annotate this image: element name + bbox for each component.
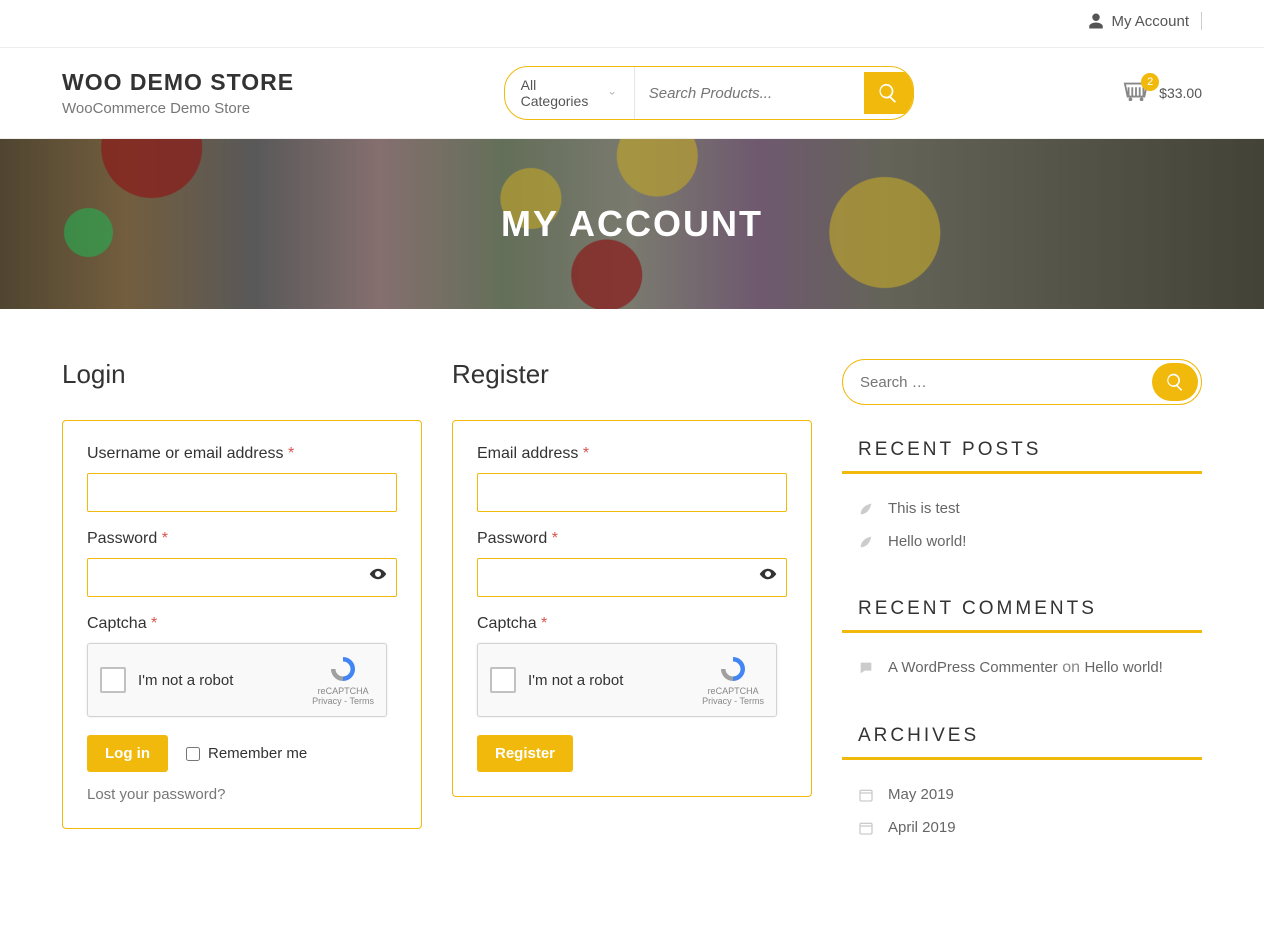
sidebar: RECENT POSTS This is test Hello world! R…	[842, 359, 1202, 884]
recent-comments-widget: RECENT COMMENTS A WordPress Commenter on…	[842, 598, 1202, 685]
category-select[interactable]: All Categories	[505, 67, 635, 119]
leaf-icon	[858, 534, 874, 550]
list-item: May 2019	[842, 778, 1202, 811]
archive-link[interactable]: April 2019	[888, 819, 956, 836]
search-button[interactable]	[864, 72, 913, 114]
comment-icon	[858, 660, 874, 676]
login-form: Username or email address * Password * C…	[62, 420, 422, 829]
hero-banner: MY ACCOUNT	[0, 139, 1264, 309]
login-password-label: Password *	[87, 530, 397, 548]
topbar: My Account	[0, 0, 1264, 48]
register-password-label: Password *	[477, 530, 787, 548]
login-username-input[interactable]	[87, 473, 397, 512]
login-password-input[interactable]	[87, 558, 397, 597]
login-heading: Login	[62, 359, 422, 390]
login-column: Login Username or email address * Passwo…	[62, 359, 422, 884]
header: WOO DEMO STORE WooCommerce Demo Store Al…	[0, 48, 1264, 139]
recent-post-link[interactable]: Hello world!	[888, 533, 966, 550]
widget-title: RECENT POSTS	[842, 439, 1202, 474]
archive-link[interactable]: May 2019	[888, 786, 954, 803]
list-item: A WordPress Commenter on Hello world!	[842, 651, 1202, 685]
page-title: MY ACCOUNT	[501, 203, 763, 245]
recaptcha-checkbox[interactable]	[490, 667, 516, 693]
search-input[interactable]	[635, 75, 864, 112]
required-mark: *	[552, 530, 558, 547]
cart-link[interactable]: 2 $33.00	[1123, 81, 1202, 106]
user-icon	[1087, 12, 1105, 30]
search-icon	[877, 82, 899, 104]
logo-block[interactable]: WOO DEMO STORE WooCommerce Demo Store	[62, 69, 294, 117]
list-item: This is test	[842, 492, 1202, 525]
recent-posts-widget: RECENT POSTS This is test Hello world!	[842, 439, 1202, 558]
sidebar-search-button[interactable]	[1152, 363, 1198, 401]
recaptcha-brand: reCAPTCHA Privacy - Terms	[702, 654, 764, 706]
archives-widget: ARCHIVES May 2019 April 2019	[842, 725, 1202, 844]
login-recaptcha[interactable]: I'm not a robot reCAPTCHA Privacy - Term…	[87, 643, 387, 717]
register-email-input[interactable]	[477, 473, 787, 512]
product-search: All Categories	[504, 66, 914, 120]
required-mark: *	[162, 530, 168, 547]
calendar-icon	[858, 787, 874, 803]
leaf-icon	[858, 501, 874, 517]
site-title: WOO DEMO STORE	[62, 69, 294, 96]
register-captcha-label: Captcha *	[477, 615, 787, 633]
my-account-label: My Account	[1111, 13, 1189, 30]
my-account-link[interactable]: My Account	[1087, 12, 1202, 30]
chevron-down-icon	[607, 87, 617, 99]
register-heading: Register	[452, 359, 812, 390]
register-password-input[interactable]	[477, 558, 787, 597]
login-username-label: Username or email address *	[87, 445, 397, 463]
register-form: Email address * Password * Captcha * I'm…	[452, 420, 812, 797]
register-button[interactable]: Register	[477, 735, 573, 772]
comment-on-text: on	[1058, 659, 1085, 676]
login-button[interactable]: Log in	[87, 735, 168, 772]
comment-post-link[interactable]: Hello world!	[1084, 659, 1162, 676]
sidebar-search-input[interactable]	[846, 363, 1152, 401]
recaptcha-brand: reCAPTCHA Privacy - Terms	[312, 654, 374, 706]
recent-post-link[interactable]: This is test	[888, 500, 960, 517]
required-mark: *	[541, 615, 547, 632]
eye-icon[interactable]	[369, 568, 387, 580]
register-column: Register Email address * Password * Capt…	[452, 359, 812, 884]
recaptcha-text: I'm not a robot	[138, 672, 300, 689]
widget-title: ARCHIVES	[842, 725, 1202, 760]
eye-icon[interactable]	[759, 568, 777, 580]
recaptcha-checkbox[interactable]	[100, 667, 126, 693]
widget-title: RECENT COMMENTS	[842, 598, 1202, 633]
lost-password-link[interactable]: Lost your password?	[87, 786, 225, 803]
list-item: Hello world!	[842, 525, 1202, 558]
site-subtitle: WooCommerce Demo Store	[62, 100, 294, 117]
sidebar-search	[842, 359, 1202, 405]
comment-author-link[interactable]: A WordPress Commenter	[888, 659, 1058, 676]
required-mark: *	[151, 615, 157, 632]
login-captcha-label: Captcha *	[87, 615, 397, 633]
recaptcha-text: I'm not a robot	[528, 672, 690, 689]
calendar-icon	[858, 820, 874, 836]
remember-checkbox[interactable]	[186, 747, 200, 761]
search-icon	[1165, 372, 1185, 392]
register-recaptcha[interactable]: I'm not a robot reCAPTCHA Privacy - Term…	[477, 643, 777, 717]
category-label: All Categories	[521, 77, 596, 109]
register-email-label: Email address *	[477, 445, 787, 463]
required-mark: *	[583, 445, 589, 462]
remember-me[interactable]: Remember me	[186, 745, 307, 762]
required-mark: *	[288, 445, 294, 462]
list-item: April 2019	[842, 811, 1202, 844]
remember-label: Remember me	[208, 745, 307, 762]
cart-count-badge: 2	[1141, 73, 1159, 91]
cart-total: $33.00	[1159, 85, 1202, 101]
